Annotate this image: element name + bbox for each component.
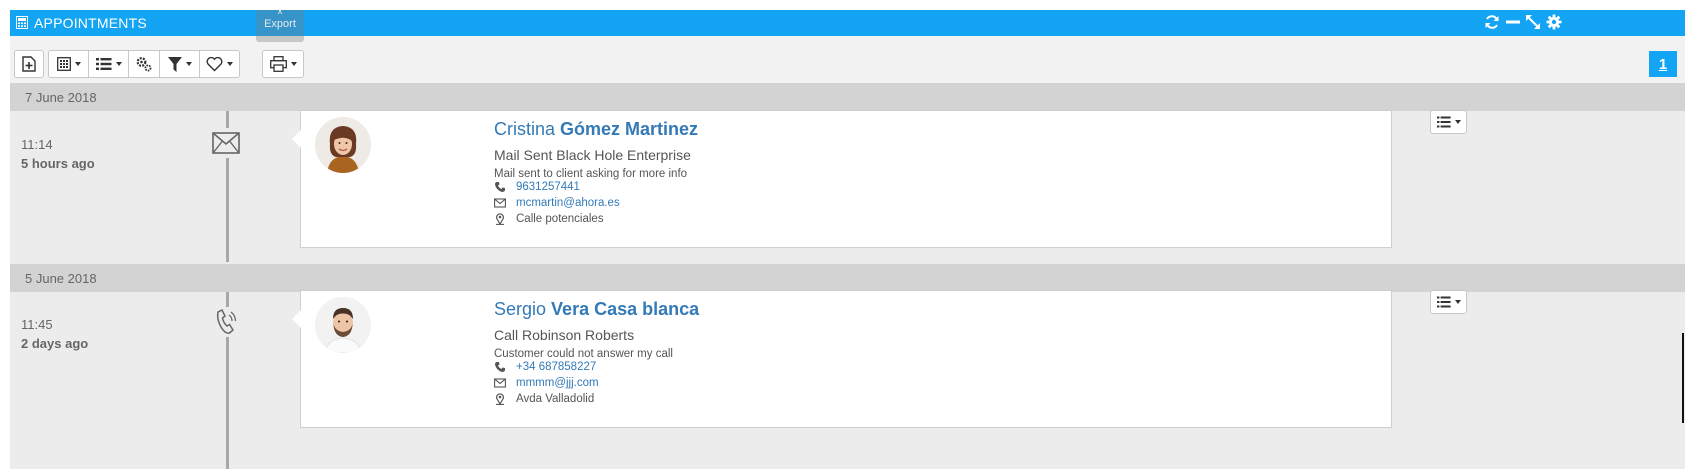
map-marker-icon (496, 213, 504, 225)
entry-relative-time: 2 days ago (21, 336, 89, 351)
view-button-group (48, 50, 240, 78)
date-label: 7 June 2018 (25, 90, 97, 105)
contact-name[interactable]: Cristina Gómez Martinez (494, 119, 698, 140)
address-text: Calle potenciales (516, 213, 604, 225)
man-avatar (315, 297, 371, 353)
list-dropdown-button[interactable] (88, 50, 129, 78)
list-icon (1436, 116, 1451, 128)
chevron-down-icon (185, 62, 192, 66)
gear-icon[interactable] (1546, 14, 1562, 30)
contact-first-name: Sergio (494, 299, 547, 319)
appointments-panel: APPOINTMENTS 1 x Export 7 June 2018 11:1… (10, 10, 1685, 469)
date-label: 5 June 2018 (25, 271, 97, 286)
contact-name[interactable]: Sergio Vera Casa blanca (494, 299, 699, 320)
appointment-subject: Mail Sent Black Hole Enterprise (494, 147, 691, 163)
phone-row: 9631257441 (494, 179, 580, 195)
chevron-down-icon (115, 62, 122, 66)
entry-type (210, 128, 242, 158)
chevron-down-icon (74, 62, 81, 66)
print-icon (269, 56, 287, 72)
chevron-down-icon (290, 62, 297, 66)
address-row: Avda Valladolid (494, 391, 594, 407)
phone-row: +34 687858227 (494, 359, 596, 375)
entry-time: 11:45 (21, 317, 53, 332)
card-pointer (292, 310, 301, 328)
phone-icon (495, 362, 505, 372)
email-row: mcmartin@ahora.es (494, 195, 620, 211)
favorites-dropdown-button[interactable] (199, 50, 240, 78)
tooltip-close-icon[interactable]: x (256, 10, 304, 18)
expand-icon[interactable] (1525, 14, 1541, 30)
new-record-button[interactable] (14, 50, 44, 78)
chevron-down-icon (227, 62, 233, 66)
contact-last-name: Vera Casa blanca (551, 299, 700, 319)
panel-title: APPOINTMENTS (34, 15, 147, 31)
chevron-down-icon (1454, 120, 1461, 124)
email-link[interactable]: mcmartin@ahora.es (516, 197, 620, 209)
filter-dropdown-button[interactable] (159, 50, 200, 78)
appointment-card[interactable]: Sergio Vera Casa blanca Call Robinson Ro… (292, 290, 1392, 428)
email-icon (494, 378, 506, 388)
export-tooltip[interactable]: x Export (256, 10, 304, 42)
address-text: Avda Valladolid (516, 393, 595, 405)
calculator-dropdown-button[interactable] (48, 50, 89, 78)
calculator-icon (56, 57, 71, 71)
phone-link[interactable]: 9631257441 (516, 181, 580, 193)
entry-time: 11:14 (21, 137, 53, 152)
gears-icon (136, 57, 152, 72)
filter-icon (167, 56, 182, 72)
contact-first-name: Cristina (494, 119, 556, 139)
email-row: mmmm@jjj.com (494, 375, 599, 391)
entry-type (210, 307, 242, 337)
appointment-subject: Call Robinson Roberts (494, 327, 635, 343)
map-marker-icon (496, 393, 504, 405)
address-row: Calle potenciales (494, 211, 604, 227)
settings-button[interactable] (128, 50, 160, 78)
refresh-icon[interactable] (1484, 14, 1500, 30)
chevron-down-icon (1454, 300, 1461, 304)
scrollbar[interactable] (1682, 333, 1684, 423)
woman-avatar (315, 117, 371, 173)
date-band: 7 June 2018 (10, 83, 1685, 111)
entry-options-button[interactable] (1430, 110, 1467, 134)
email-link[interactable]: mmmm@jjj.com (516, 377, 599, 389)
tooltip-label: Export (264, 18, 296, 30)
list-icon (1436, 296, 1451, 308)
calendar-icon (16, 16, 28, 29)
print-dropdown-button[interactable] (262, 50, 304, 78)
envelope-icon (212, 132, 240, 154)
card-pointer (292, 130, 301, 148)
phone-link[interactable]: +34 687858227 (516, 361, 596, 373)
entry-relative-time: 5 hours ago (21, 156, 95, 171)
heart-icon (206, 56, 223, 71)
list-icon (95, 58, 111, 70)
phone-call-icon (216, 308, 237, 334)
entry-options-button[interactable] (1430, 290, 1467, 314)
appointment-card[interactable]: Cristina Gómez Martinez Mail Sent Black … (292, 110, 1392, 248)
minimize-icon[interactable] (1505, 14, 1521, 30)
page-number-button[interactable]: 1 (1649, 51, 1677, 77)
date-band: 5 June 2018 (10, 264, 1685, 292)
phone-icon (495, 182, 505, 192)
contact-last-name: Gómez Martinez (560, 119, 699, 139)
email-icon (494, 198, 506, 208)
new-record-icon (22, 56, 36, 72)
